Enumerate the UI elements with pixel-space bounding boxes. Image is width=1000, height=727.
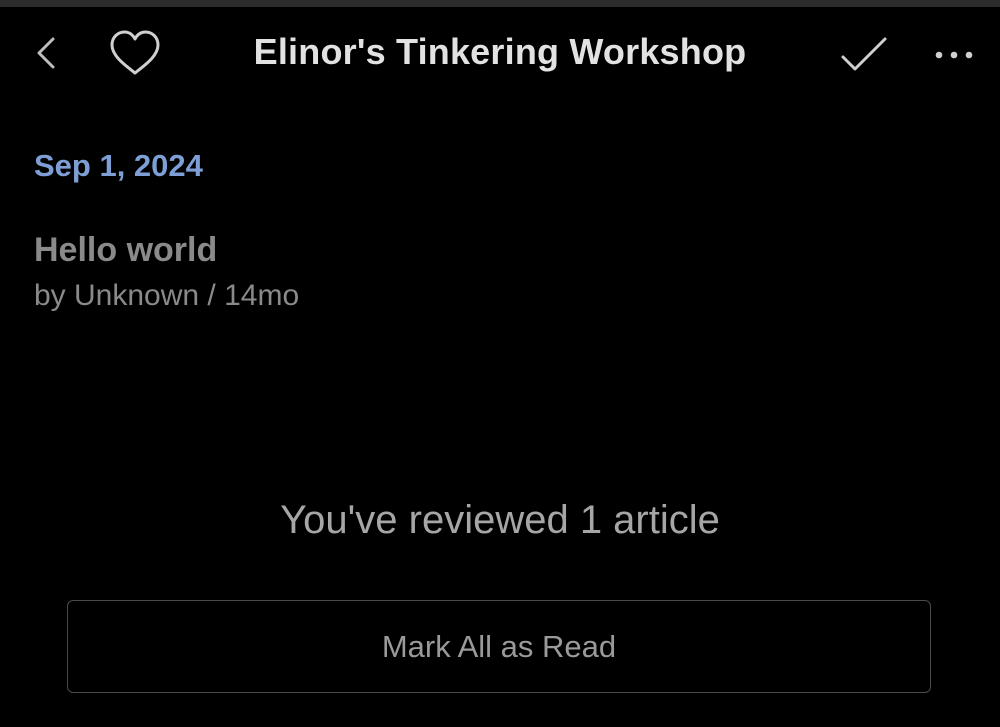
- back-button[interactable]: [20, 27, 72, 79]
- mark-all-as-read-button[interactable]: Mark All as Read: [67, 600, 931, 693]
- page-title: Elinor's Tinkering Workshop: [253, 31, 747, 72]
- more-options-button[interactable]: [926, 29, 982, 81]
- chevron-left-icon: [37, 37, 55, 69]
- favorite-button[interactable]: [104, 25, 166, 81]
- more-horizontal-icon: [935, 51, 973, 59]
- heart-outline-icon: [110, 30, 160, 75]
- checkmark-icon: [841, 37, 887, 71]
- article-title: Hello world: [34, 231, 218, 269]
- article-list-item[interactable]: Hello world by Unknown / 14mo: [34, 228, 934, 314]
- date-section-header: Sep 1, 2024: [34, 148, 203, 183]
- mark-read-button[interactable]: [834, 29, 894, 81]
- app-header: Elinor's Tinkering Workshop: [0, 7, 1000, 103]
- review-summary-text: You've reviewed 1 article: [280, 498, 720, 542]
- status-strip: [0, 0, 1000, 7]
- article-meta: by Unknown / 14mo: [34, 279, 300, 312]
